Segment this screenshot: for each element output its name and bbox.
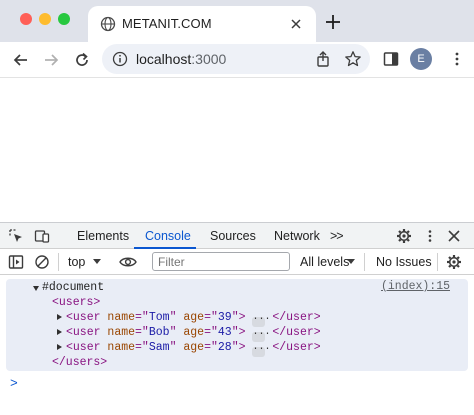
clear-console-icon[interactable] xyxy=(34,254,50,270)
user-age-value: 39 xyxy=(217,311,232,324)
reload-icon[interactable] xyxy=(73,51,91,69)
tab-network[interactable]: Network xyxy=(274,229,320,243)
profile-avatar[interactable]: E xyxy=(410,48,432,70)
window-maximize-button[interactable] xyxy=(58,13,70,25)
toolbar-divider xyxy=(437,253,438,271)
site-info-icon[interactable] xyxy=(112,51,128,67)
user-node: <user name="Bob" age="43"> ··· </user> xyxy=(66,326,321,342)
eye-icon[interactable] xyxy=(119,254,137,270)
toolbar-divider xyxy=(58,253,59,271)
browser-tab[interactable]: METANIT.COM xyxy=(88,6,316,42)
more-vertical-icon[interactable] xyxy=(448,50,466,68)
window-minimize-button[interactable] xyxy=(39,13,51,25)
user-age-value: 28 xyxy=(217,341,232,354)
tab-title: METANIT.COM xyxy=(122,16,212,31)
tab-sources[interactable]: Sources xyxy=(210,229,256,243)
issues-button[interactable]: No Issues xyxy=(376,255,432,269)
more-vertical-icon[interactable] xyxy=(422,228,438,244)
ellipsis-icon[interactable]: ··· xyxy=(252,345,270,357)
globe-icon xyxy=(100,16,116,32)
url-port: :3000 xyxy=(191,51,227,67)
url-host: localhost xyxy=(136,51,192,67)
close-devtools-icon[interactable] xyxy=(446,228,462,244)
console-filter-input[interactable] xyxy=(152,252,290,271)
chevron-down-icon xyxy=(93,259,101,264)
log-levels-dropdown[interactable]: All levels xyxy=(300,255,349,269)
bookmark-star-icon[interactable] xyxy=(344,50,362,68)
back-arrow-icon[interactable] xyxy=(12,51,30,69)
show-sidebar-icon[interactable] xyxy=(8,254,24,270)
devtools-tab-bar: Elements Console Sources Network >> xyxy=(0,223,474,249)
document-node[interactable]: #document xyxy=(42,281,104,294)
side-panel-icon[interactable] xyxy=(382,50,400,68)
user-name-value: Bob xyxy=(148,326,170,339)
expand-triangle-icon[interactable] xyxy=(57,344,62,350)
more-tabs-button[interactable]: >> xyxy=(330,229,344,243)
user-name-value: Sam xyxy=(148,341,170,354)
users-close-tag: </users> xyxy=(52,356,108,369)
expand-triangle-icon[interactable] xyxy=(57,329,62,335)
device-toolbar-icon[interactable] xyxy=(34,228,50,244)
settings-gear-icon[interactable] xyxy=(396,228,412,244)
console-filter-bar: top All levels No Issues xyxy=(0,249,474,275)
user-age-value: 43 xyxy=(217,326,232,339)
users-open-tag[interactable]: <users> xyxy=(52,296,100,309)
window-close-button[interactable] xyxy=(20,13,32,25)
forward-arrow-icon[interactable] xyxy=(42,51,60,69)
devtools-panel: Elements Console Sources Network >> top … xyxy=(0,222,474,415)
browser-toolbar: localhost:3000 E xyxy=(0,42,474,78)
url-text: localhost:3000 xyxy=(136,51,226,67)
console-prompt[interactable]: > xyxy=(10,376,18,391)
user-node: <user name="Tom" age="39"> ··· </user> xyxy=(66,311,321,327)
page-viewport xyxy=(0,79,474,222)
tab-strip: METANIT.COM xyxy=(0,0,474,42)
toolbar-divider xyxy=(364,253,365,271)
context-selector[interactable]: top xyxy=(68,255,85,269)
inspect-element-icon[interactable] xyxy=(8,228,24,244)
tab-elements[interactable]: Elements xyxy=(77,229,129,243)
close-icon[interactable] xyxy=(288,16,304,32)
user-node: <user name="Sam" age="28"> ··· </user> xyxy=(66,341,321,357)
console-settings-gear-icon[interactable] xyxy=(446,254,462,270)
share-icon[interactable] xyxy=(314,50,332,68)
user-name-value: Tom xyxy=(148,311,170,324)
collapse-triangle-icon[interactable] xyxy=(33,286,39,291)
tab-console[interactable]: Console xyxy=(145,229,191,243)
chevron-down-icon xyxy=(347,259,355,264)
expand-triangle-icon[interactable] xyxy=(57,314,62,320)
new-tab-plus-icon[interactable] xyxy=(324,13,342,31)
source-link[interactable]: (index):15 xyxy=(381,280,450,293)
